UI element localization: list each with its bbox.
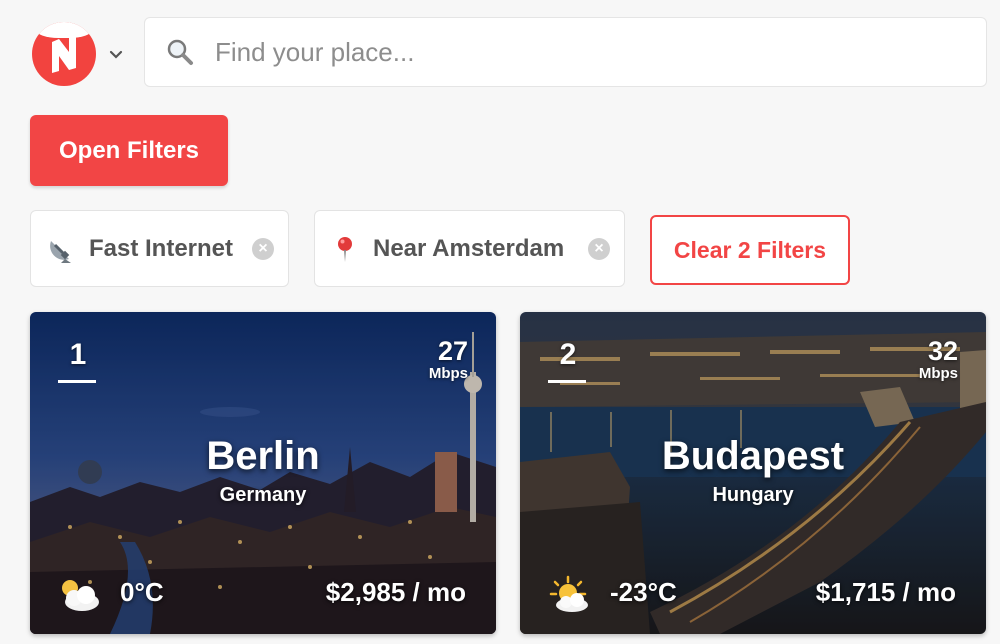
filter-chip-label: Near Amsterdam xyxy=(373,234,565,262)
speed-value: 32 xyxy=(927,336,958,366)
chevron-down-icon[interactable] xyxy=(108,48,124,60)
temperature: -23°C xyxy=(610,577,677,607)
search-bar[interactable] xyxy=(144,17,987,87)
open-filters-button[interactable]: Open Filters xyxy=(30,115,228,186)
country-name: Germany xyxy=(219,484,307,506)
map-pin-icon xyxy=(338,236,352,262)
rank-number: 2 xyxy=(559,338,577,371)
search-icon xyxy=(167,39,193,65)
speed-unit: Mbps xyxy=(918,365,958,382)
filter-chip-label: Fast Internet xyxy=(89,234,234,262)
search-input[interactable] xyxy=(215,36,975,68)
country-name: Hungary xyxy=(712,484,794,506)
nomadlist-logo-icon[interactable] xyxy=(32,22,96,86)
filter-chip-near-amsterdam[interactable]: Near Amsterdam × xyxy=(314,210,625,287)
city-name: Berlin xyxy=(206,434,320,478)
internet-speed: 32 Mbps xyxy=(919,336,958,382)
logo-menu[interactable] xyxy=(30,22,130,90)
city-card-budapest[interactable]: 2 32 Mbps Budapest Hungary -23°C $1,715 … xyxy=(520,312,986,634)
monthly-cost: $1,715 / mo xyxy=(815,577,956,607)
remove-filter-icon[interactable]: × xyxy=(588,238,610,260)
cloudy-icon xyxy=(62,580,99,611)
monthly-cost: $2,985 / mo xyxy=(325,577,466,607)
speed-value: 27 xyxy=(437,336,468,366)
partly-sunny-icon xyxy=(549,575,588,612)
city-card-berlin[interactable]: 1 27 Mbps Berlin Germany 0°C $2,985 / mo xyxy=(30,312,496,634)
clear-filters-button[interactable]: Clear 2 Filters xyxy=(650,215,850,285)
city-name: Budapest xyxy=(661,434,845,478)
filter-chip-fast-internet[interactable]: Fast Internet × xyxy=(30,210,289,287)
temperature: 0°C xyxy=(120,577,164,607)
rank-number: 1 xyxy=(69,338,87,371)
speed-unit: Mbps xyxy=(428,365,468,382)
internet-speed: 27 Mbps xyxy=(429,336,468,382)
satellite-dish-icon xyxy=(50,240,71,263)
remove-filter-icon[interactable]: × xyxy=(252,238,274,260)
